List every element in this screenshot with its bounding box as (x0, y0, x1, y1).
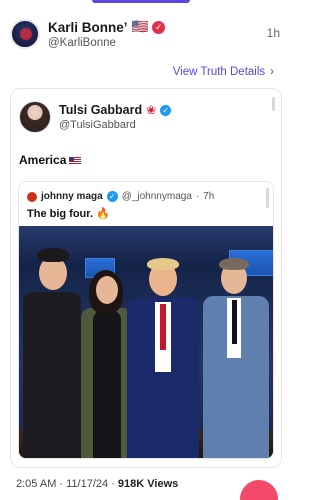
top-tab-indicator (92, 0, 190, 3)
inner-text: The big four. (27, 208, 93, 220)
person-1-body (23, 292, 81, 458)
us-flag-icon (69, 156, 82, 165)
view-truth-details-link[interactable]: View Truth Details › (173, 66, 274, 78)
inner-verified-icon: ✓ (106, 191, 118, 202)
verified-check-icon: ✓ (160, 104, 172, 116)
inner-header: johnny maga ✓ @_johnnymaga · 7h (27, 191, 214, 202)
scroll-indicator (272, 97, 275, 111)
inner-handle[interactable]: @_johnnymaga (122, 191, 192, 202)
quoted-author-handle[interactable]: @TulsiGabbard (59, 119, 171, 131)
author-identity: Karli Bonne’ 🇺🇸 ✓ @KarliBonne (48, 19, 166, 49)
post-footer: 2:05 AM · 11/17/24 · 918K Views (16, 478, 178, 490)
inner-quoted-post[interactable]: johnny maga ✓ @_johnnymaga · 7h The big … (18, 181, 274, 459)
flag-emoji: 🇺🇸 (131, 19, 149, 34)
author-avatar[interactable] (10, 19, 40, 49)
person-4-tie (232, 300, 237, 344)
quoted-author-avatar[interactable] (19, 101, 51, 133)
post-timestamp: 2:05 AM · 11/17/24 · (16, 478, 118, 490)
person-2-head (96, 276, 118, 304)
inner-text-row: The big four. 🔥 (27, 207, 110, 220)
group-of-people (19, 226, 273, 458)
quoted-author-name[interactable]: Tulsi Gabbard (59, 103, 142, 117)
post-time: 1h (266, 26, 280, 40)
quoted-identity: Tulsi Gabbard ❀ ✓ @TulsiGabbard (59, 103, 172, 131)
inner-time: 7h (203, 191, 215, 202)
inner-scroll-indicator (266, 188, 269, 208)
author-name[interactable]: Karli Bonne’ (48, 20, 128, 35)
quoted-text: America (19, 153, 67, 167)
quoted-text-row: America (19, 153, 82, 167)
floating-action-button[interactable] (240, 480, 278, 500)
hibiscus-icon: ❀ (146, 103, 157, 117)
fire-icon: 🔥 (96, 208, 110, 220)
view-truth-label: View Truth Details (172, 66, 266, 78)
quoted-name-row: Tulsi Gabbard ❀ ✓ (59, 103, 172, 117)
view-count[interactable]: 918K Views (118, 478, 178, 490)
author-handle[interactable]: @KarliBonne (48, 37, 165, 49)
verified-badge-icon: ✓ (152, 20, 166, 34)
author-name-row: Karli Bonne’ 🇺🇸 ✓ (48, 19, 166, 35)
inner-separator: · (195, 191, 200, 202)
quoted-header: Tulsi Gabbard ❀ ✓ @TulsiGabbard (19, 101, 172, 133)
person-3-tie (160, 304, 166, 350)
person-2-top (93, 310, 121, 458)
chevron-right-icon: › (270, 66, 274, 78)
person-1-cap (37, 248, 69, 262)
post-header: Karli Bonne’ 🇺🇸 ✓ @KarliBonne 1h (10, 16, 280, 52)
inner-author-avatar[interactable] (27, 191, 37, 202)
inner-author-name[interactable]: johnny maga (41, 191, 103, 202)
quoted-post-card[interactable]: Tulsi Gabbard ❀ ✓ @TulsiGabbard America … (10, 88, 282, 468)
post-photo[interactable] (19, 226, 273, 458)
person-3-hair (147, 258, 179, 270)
person-4-hair (219, 258, 249, 270)
